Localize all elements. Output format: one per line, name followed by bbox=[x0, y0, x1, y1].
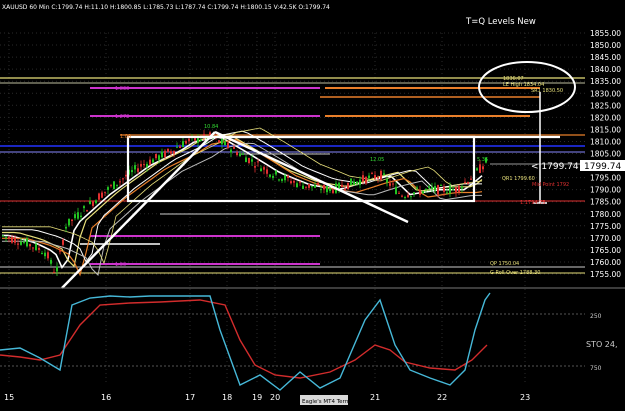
right-label: 5.35 bbox=[477, 157, 488, 163]
mid-label: 12.05 bbox=[370, 157, 384, 163]
terminal-label: Eagle's MT4 Terminal bbox=[302, 399, 360, 405]
price-tag-label: < 1799.74 bbox=[531, 162, 579, 172]
sto-level-lower: 750 bbox=[590, 365, 602, 372]
price-tick: 1845.00 bbox=[590, 53, 621, 62]
time-tick: 18 bbox=[222, 393, 232, 402]
symbol-header: XAUUSD 60 Min C:1799.74 H:11.10 H:1800.8… bbox=[2, 4, 330, 11]
sto-label: STO 24, bbox=[586, 340, 618, 349]
level-label-bottom: 1.00 bbox=[115, 262, 126, 268]
price-tick: 1835.00 bbox=[590, 77, 621, 86]
price-tick: 1810.00 bbox=[590, 137, 621, 146]
price-tick: 1805.00 bbox=[590, 150, 621, 159]
qp-label: QP 1750.04 bbox=[490, 261, 519, 267]
level-label-1: 1.833 bbox=[115, 86, 129, 92]
price-axis[interactable]: 1855.00 1850.00 1845.00 1840.00 1835.00 1830.… bbox=[590, 29, 621, 279]
price-tick: 1855.00 bbox=[590, 29, 621, 38]
time-tick: 16 bbox=[101, 393, 111, 402]
roll-over-label: G Roll Over 1788.30 bbox=[490, 270, 540, 276]
time-tick: 22 bbox=[437, 393, 447, 402]
price-tick: 1825.00 bbox=[590, 101, 621, 110]
time-tick: 19 bbox=[252, 393, 262, 402]
sto-level-upper: 250 bbox=[590, 313, 602, 320]
price-tick: 1775.00 bbox=[590, 222, 621, 231]
time-tick: 23 bbox=[520, 393, 530, 402]
indicator-title: T=Q Levels New bbox=[465, 17, 536, 27]
price-tick: 1820.00 bbox=[590, 113, 621, 122]
price-tick: 1785.00 bbox=[590, 198, 621, 207]
level-label-2: 1.272 bbox=[115, 114, 129, 120]
sr1-label: SR1 1830.50 bbox=[531, 88, 563, 94]
price-tick: 1815.00 bbox=[590, 125, 621, 134]
qr-label: QR1 1799.60 bbox=[502, 176, 535, 182]
price-tick: 1850.00 bbox=[590, 41, 621, 50]
current-price-label: 1799.74 bbox=[584, 162, 621, 172]
low-label: 1.1794.75 bbox=[520, 200, 545, 206]
peak-label: 10.84 bbox=[204, 124, 218, 130]
time-tick: 17 bbox=[185, 393, 195, 402]
price-tick: 1780.00 bbox=[590, 210, 621, 219]
price-tick: 1830.00 bbox=[590, 89, 621, 98]
mid-point-label: Mid Point 1792 bbox=[532, 182, 569, 188]
time-tick: 21 bbox=[370, 393, 380, 402]
price-tick: 1795.00 bbox=[590, 174, 621, 183]
price-tick: 1770.00 bbox=[590, 234, 621, 243]
price-tick: 1790.00 bbox=[590, 186, 621, 195]
price-tick: 1755.00 bbox=[590, 270, 621, 279]
price-tick: 1840.00 bbox=[590, 65, 621, 74]
box-top-label: 1.00 bbox=[120, 134, 131, 140]
trading-chart-window[interactable]: 1836.07 LE High 1834.04 SR1 1830.50 1.83… bbox=[0, 0, 625, 407]
time-tick: 15 bbox=[4, 393, 14, 402]
time-tick: 20 bbox=[270, 393, 280, 402]
price-tick: 1765.00 bbox=[590, 246, 621, 255]
price-tick: 1760.00 bbox=[590, 258, 621, 267]
